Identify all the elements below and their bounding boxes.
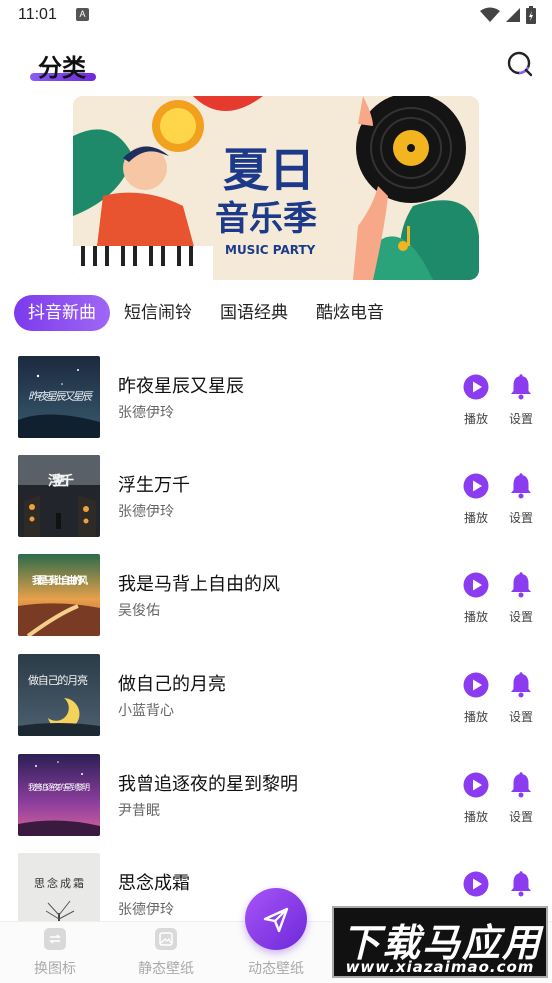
tab-mandarin-classic[interactable]: 国语经典: [206, 295, 302, 331]
play-icon: [463, 473, 489, 499]
search-button[interactable]: [506, 50, 534, 78]
album-cover: 浮生万千: [18, 455, 100, 537]
bell-icon: [511, 871, 531, 897]
header: 分类: [0, 40, 552, 90]
image-icon: [155, 928, 177, 950]
list-item[interactable]: 我曾追逐夜的星到黎明 我曾追逐夜的星到黎明 尹昔眠 播放 设置: [0, 750, 552, 836]
banner-title-2: 音乐季: [215, 199, 317, 239]
cover-text: 浮生万千: [48, 473, 74, 489]
cover-text: 我曾追逐夜的星到黎明: [28, 782, 90, 792]
tab-douyin-new[interactable]: 抖音新曲: [14, 295, 110, 331]
song-artist: 尹昔眠: [118, 803, 160, 819]
song-artist: 张德伊玲: [118, 902, 174, 918]
banner-subtitle: MUSIC PARTY: [225, 243, 316, 257]
set-ringtone-button[interactable]: 设置: [501, 473, 541, 526]
song-title: 思念成霜: [118, 873, 190, 894]
banner-title-1: 夏日: [223, 143, 315, 197]
tab-cool-electronic[interactable]: 酷炫电音: [302, 295, 398, 331]
status-icons: [480, 6, 536, 24]
swap-icon: [44, 928, 66, 950]
song-artist: 吴俊佑: [118, 603, 160, 619]
nav-label: 换图标: [34, 961, 76, 977]
send-icon: [263, 907, 289, 933]
list-item[interactable]: 昨夜星辰又星辰 昨夜星辰又星辰 张德伊玲 播放 设置: [0, 352, 552, 438]
set-label: 设置: [508, 610, 533, 624]
album-cover: 做自己的月亮: [18, 654, 100, 736]
signal-icon: [506, 8, 520, 22]
play-icon: [463, 672, 489, 698]
set-ringtone-button[interactable]: 设置: [501, 672, 541, 725]
bell-icon: [511, 572, 531, 598]
bell-icon: [511, 374, 531, 400]
nav-change-icon[interactable]: 换图标: [15, 928, 95, 978]
song-title: 做自己的月亮: [118, 674, 226, 695]
song-artist: 张德伊玲: [118, 405, 174, 421]
status-time: 11:01: [18, 6, 57, 23]
nav-label: 动态壁纸: [248, 961, 304, 977]
play-icon: [463, 572, 489, 598]
cover-text: 做自己的月亮: [28, 673, 88, 687]
list-item[interactable]: 我是马背上自由的风 我是马背上自由的风 吴俊佑 播放 设置: [0, 550, 552, 636]
song-title: 我曾追逐夜的星到黎明: [118, 774, 298, 795]
play-button[interactable]: 播放: [456, 374, 496, 427]
notification-icon: A: [76, 8, 89, 21]
song-title: 浮生万千: [118, 475, 190, 496]
nav-label: 静态壁纸: [138, 961, 194, 977]
watermark-url: www.xiazaimao.com: [345, 958, 535, 976]
search-icon: [507, 51, 533, 77]
play-button[interactable]: 播放: [456, 572, 496, 625]
list-item[interactable]: 浮生万千 浮生万千 张德伊玲 播放 设置: [0, 451, 552, 537]
battery-icon: [526, 6, 536, 24]
bell-icon: [511, 672, 531, 698]
play-label: 播放: [463, 810, 488, 824]
play-button[interactable]: 播放: [456, 672, 496, 725]
page-title: 分类: [38, 54, 86, 82]
set-ringtone-button[interactable]: 设置: [501, 772, 541, 825]
banner[interactable]: 夏日 音乐季 MUSIC PARTY: [73, 96, 479, 280]
list-item[interactable]: 做自己的月亮 做自己的月亮 小蓝背心 播放 设置: [0, 650, 552, 736]
song-title: 我是马背上自由的风: [118, 574, 280, 595]
play-button[interactable]: 播放: [456, 772, 496, 825]
nav-live-wallpaper[interactable]: 动态壁纸: [236, 958, 316, 978]
play-icon: [463, 871, 489, 897]
set-label: 设置: [508, 810, 533, 824]
song-artist: 小蓝背心: [118, 703, 174, 719]
wifi-icon: [480, 7, 500, 22]
song-artist: 张德伊玲: [118, 504, 174, 520]
play-label: 播放: [463, 412, 488, 426]
tab-sms-alarm[interactable]: 短信闹铃: [110, 295, 206, 331]
watermark: 下载马应用 www.xiazaimao.com: [332, 906, 548, 978]
play-label: 播放: [463, 610, 488, 624]
category-tabs: 抖音新曲 短信闹铃 国语经典 酷炫电音: [14, 295, 398, 331]
bell-icon: [511, 473, 531, 499]
nav-static-wallpaper[interactable]: 静态壁纸: [126, 928, 206, 978]
play-icon: [463, 772, 489, 798]
set-ringtone-button[interactable]: 设置: [501, 374, 541, 427]
play-button[interactable]: 播放: [456, 473, 496, 526]
album-cover: 我曾追逐夜的星到黎明: [18, 754, 100, 836]
status-bar: 11:01 A: [0, 0, 552, 30]
cover-text: 我是马背上自由的风: [32, 574, 88, 587]
album-cover: 我是马背上自由的风: [18, 554, 100, 636]
song-title: 昨夜星辰又星辰: [118, 376, 244, 397]
set-label: 设置: [508, 412, 533, 426]
set-label: 设置: [508, 511, 533, 525]
cover-text: 昨夜星辰又星辰: [28, 390, 94, 403]
play-icon: [463, 374, 489, 400]
set-label: 设置: [508, 710, 533, 724]
set-ringtone-button[interactable]: 设置: [501, 572, 541, 625]
bell-icon: [511, 772, 531, 798]
play-label: 播放: [463, 710, 488, 724]
album-cover: 昨夜星辰又星辰: [18, 356, 100, 438]
live-wallpaper-fab[interactable]: [245, 888, 307, 950]
play-label: 播放: [463, 511, 488, 525]
banner-illustration: 夏日 音乐季 MUSIC PARTY: [73, 96, 479, 280]
